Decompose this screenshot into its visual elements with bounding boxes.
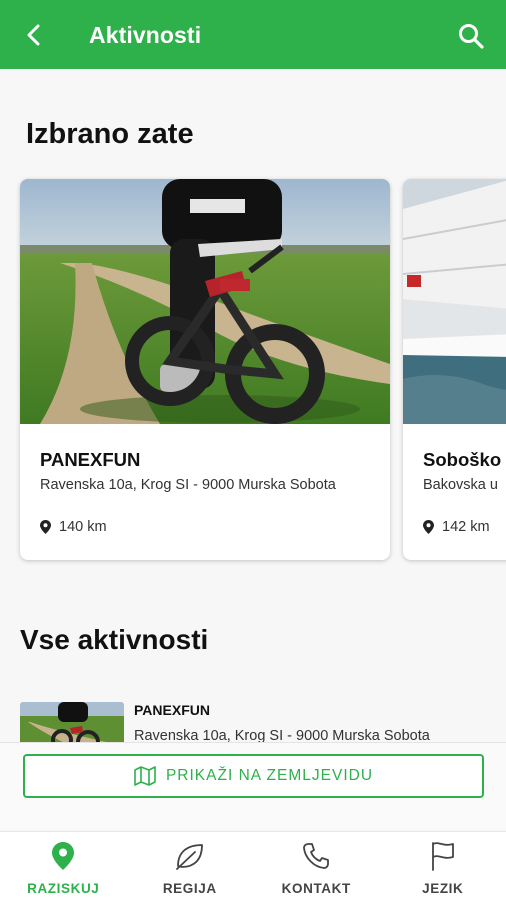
nav-label: REGIJA (162, 881, 217, 896)
phone-icon (303, 843, 330, 869)
nav-item-jezik[interactable]: JEZIK (380, 832, 506, 900)
flag-icon (431, 842, 454, 871)
featured-carousel[interactable]: PANEXFUN Ravenska 10a, Krog SI - 9000 Mu… (0, 170, 506, 570)
featured-card[interactable]: Soboško Bakovska u 142 km (403, 179, 506, 560)
back-button[interactable] (20, 20, 50, 50)
featured-section-title: Izbrano zate (26, 118, 194, 150)
arrow-back-icon (27, 24, 40, 46)
show-on-map-label: PRIKAŽI NA ZEMLJEVIDU (165, 767, 374, 784)
activity-name: PANEXFUN (134, 702, 210, 718)
nav-label: JEZIK (422, 881, 464, 896)
bottom-navigation: RAZISKUJ REGIJA KONTAKT JEZIK (0, 831, 506, 900)
featured-card[interactable]: PANEXFUN Ravenska 10a, Krog SI - 9000 Mu… (20, 179, 390, 560)
page-title: Aktivnosti (89, 22, 202, 48)
location-pin-icon (40, 520, 51, 534)
activity-name: Soboško (423, 449, 502, 470)
activity-distance: 142 km (423, 519, 490, 535)
all-activities-title: Vse aktivnosti (20, 624, 209, 655)
activity-address: Ravenska 10a, Krog SI - 9000 Murska Sobo… (40, 477, 336, 493)
activity-address: Bakovska u (423, 477, 498, 493)
nav-item-kontakt[interactable]: KONTAKT (253, 832, 380, 900)
map-button-bar: PRIKAŽI NA ZEMLJEVIDU (0, 742, 506, 830)
activity-name: PANEXFUN (40, 449, 141, 470)
show-on-map-button[interactable]: PRIKAŽI NA ZEMLJEVIDU (23, 754, 484, 798)
activity-image (403, 179, 506, 424)
distance-value: 142 km (442, 519, 490, 535)
nav-item-raziskuj[interactable]: RAZISKUJ (0, 832, 127, 900)
list-item[interactable]: PANEXFUN Ravenska 10a, Krog SI - 9000 Mu… (20, 690, 486, 750)
location-pin-icon (52, 842, 75, 870)
activity-distance: 140 km (40, 519, 107, 535)
leaf-icon (175, 844, 203, 870)
nav-item-regija[interactable]: REGIJA (127, 832, 254, 900)
distance-value: 140 km (59, 519, 107, 535)
activity-image (20, 179, 390, 424)
search-button[interactable] (455, 20, 487, 52)
app-bar: Aktivnosti (0, 0, 506, 69)
location-pin-icon (423, 520, 434, 534)
map-icon (134, 766, 156, 786)
nav-label: KONTAKT (281, 881, 351, 896)
nav-label: RAZISKUJ (27, 881, 100, 896)
search-icon (459, 24, 484, 49)
